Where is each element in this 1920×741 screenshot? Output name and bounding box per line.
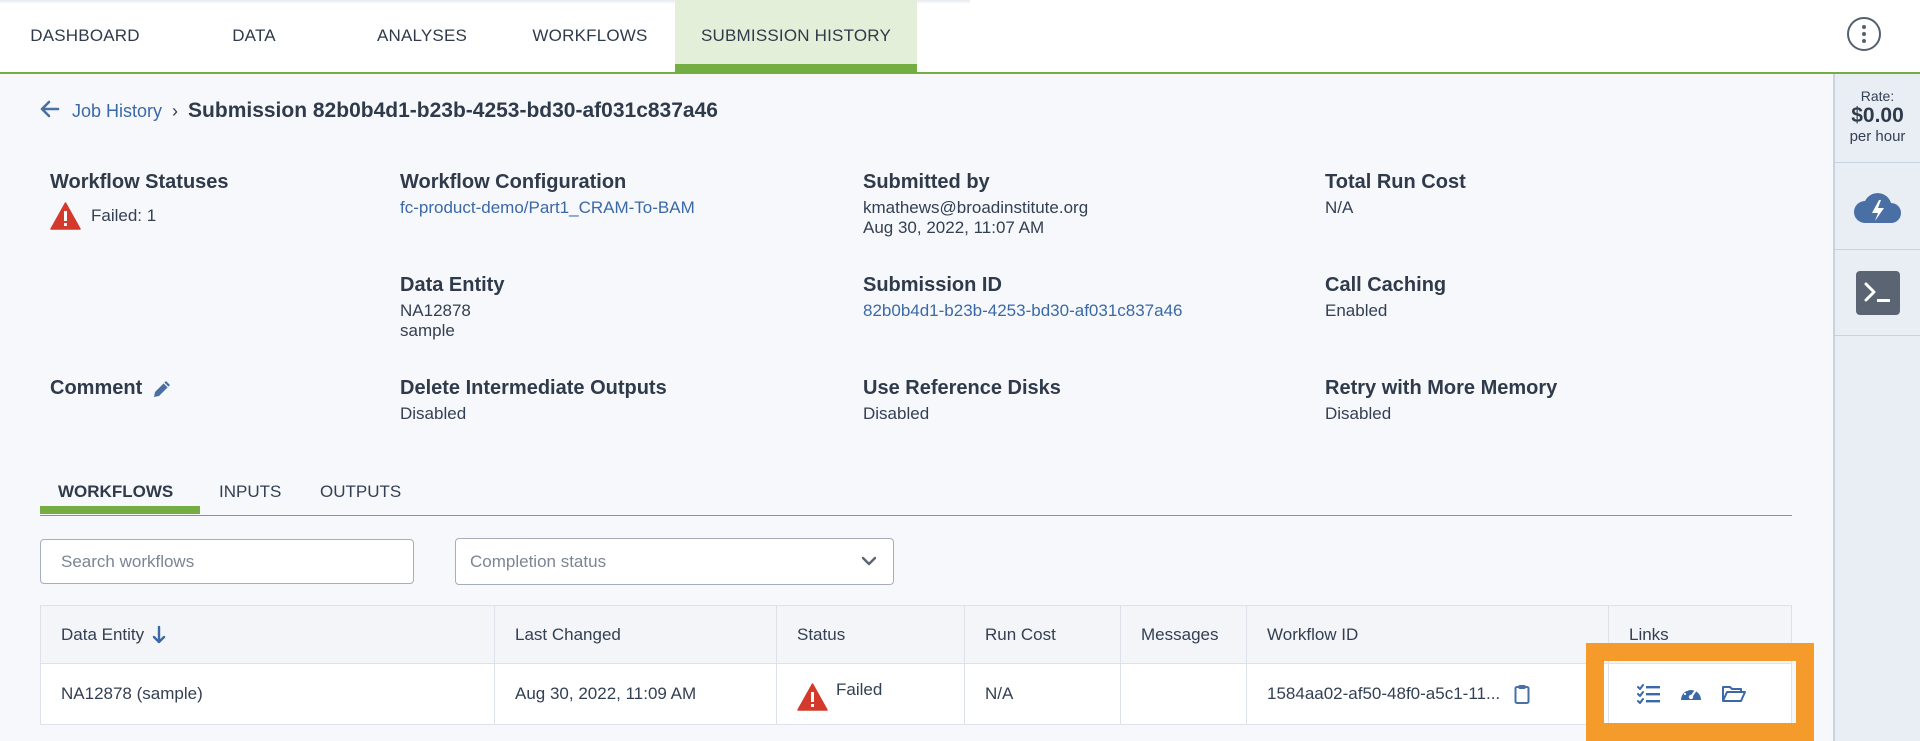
comment-label: Comment: [50, 377, 143, 399]
clipboard-icon[interactable]: [1514, 684, 1530, 704]
cell-workflow-id: 1584aa02-af50-48f0-a5c1-11...: [1247, 664, 1609, 724]
total-run-cost-value: N/A: [1325, 198, 1354, 217]
retry-memory-label: Retry with More Memory: [1325, 377, 1558, 399]
terminal-button[interactable]: [1835, 250, 1920, 336]
workflow-configuration-label: Workflow Configuration: [400, 171, 627, 193]
tab-dashboard[interactable]: DASHBOARD: [0, 0, 170, 72]
header-data-entity-label: Data Entity: [61, 624, 145, 644]
header-last-changed[interactable]: Last Changed: [495, 606, 777, 663]
submission-id: Submission ID 82b0b4d1-b23b-4253-bd30-af…: [863, 274, 1183, 321]
rate-label: Rate:: [1860, 88, 1895, 104]
subtab-outputs[interactable]: OUTPUTS: [320, 482, 401, 502]
total-run-cost: Total Run Cost N/A: [1325, 171, 1466, 218]
call-caching-value: Enabled: [1325, 301, 1388, 320]
breadcrumb: Job History › Submission 82b0b4d1-b23b-4…: [40, 98, 718, 124]
cell-run-cost: N/A: [965, 664, 1121, 724]
rate-unit: per hour: [1849, 128, 1906, 145]
sort-down-arrow-icon[interactable]: [152, 625, 166, 645]
submission-subtabs: WORKFLOWS INPUTS OUTPUTS: [40, 476, 1792, 516]
cloud-environment-button[interactable]: [1835, 162, 1920, 250]
submitted-by: Submitted by kmathews@broadinstitute.org…: [863, 171, 1088, 238]
breadcrumb-separator: ›: [172, 100, 179, 121]
table-header: Data Entity Last Changed Status Run Cost…: [41, 606, 1791, 664]
more-options-icon[interactable]: [1847, 17, 1881, 51]
subtab-workflows[interactable]: WORKFLOWS: [58, 482, 173, 502]
header-data-entity[interactable]: Data Entity: [41, 606, 495, 663]
subtab-inputs[interactable]: INPUTS: [219, 482, 281, 502]
failed-status: Failed: 1: [50, 202, 229, 230]
links-highlight-box: [1586, 643, 1814, 741]
call-caching: Call Caching Enabled: [1325, 274, 1446, 321]
use-reference-disks: Use Reference Disks Disabled: [863, 377, 1061, 424]
job-history-link[interactable]: Job History: [72, 101, 162, 122]
pencil-icon[interactable]: [151, 378, 173, 400]
warning-icon: [797, 683, 828, 711]
cell-status: Failed: [777, 664, 965, 724]
back-arrow-icon[interactable]: [40, 98, 60, 124]
tab-data[interactable]: DATA: [170, 0, 338, 72]
status-text: Failed: [836, 680, 883, 699]
workflow-statuses-label: Workflow Statuses: [50, 171, 229, 193]
workflow-configuration-link[interactable]: fc-product-demo/Part1_CRAM-To-BAM: [400, 198, 695, 218]
workflows-table: Data Entity Last Changed Status Run Cost…: [40, 605, 1792, 725]
terminal-icon: [1856, 271, 1900, 315]
tab-analyses[interactable]: ANALYSES: [338, 0, 506, 72]
header-run-cost[interactable]: Run Cost: [965, 606, 1121, 663]
data-entity-label: Data Entity: [400, 274, 505, 296]
workflow-configuration: Workflow Configuration fc-product-demo/P…: [400, 171, 695, 218]
total-run-cost-label: Total Run Cost: [1325, 171, 1466, 193]
submission-id-link[interactable]: 82b0b4d1-b23b-4253-bd30-af031c837a46: [863, 301, 1183, 321]
failed-count: Failed: 1: [91, 206, 157, 225]
delete-intermediate-outputs: Delete Intermediate Outputs Disabled: [400, 377, 667, 424]
submitted-date: Aug 30, 2022, 11:07 AM: [863, 218, 1045, 237]
cell-data-entity: NA12878 (sample): [41, 664, 495, 724]
use-reference-disks-value: Disabled: [863, 404, 930, 423]
cloud-lightning-icon: [1854, 193, 1901, 223]
tab-workflows[interactable]: WORKFLOWS: [506, 0, 674, 72]
rate-display: Rate: $0.00 per hour: [1835, 88, 1920, 145]
tab-submission-history[interactable]: SUBMISSION HISTORY: [675, 0, 917, 72]
cell-messages: [1121, 664, 1247, 724]
retry-with-more-memory: Retry with More Memory Disabled: [1325, 377, 1557, 424]
retry-memory-value: Disabled: [1325, 404, 1392, 423]
submitted-by-label: Submitted by: [863, 171, 990, 193]
data-entity-type: sample: [400, 321, 455, 340]
comment: Comment: [50, 377, 173, 400]
right-rail: Rate: $0.00 per hour: [1833, 74, 1920, 741]
warning-icon: [50, 202, 81, 230]
page-title: Submission 82b0b4d1-b23b-4253-bd30-af031…: [188, 99, 718, 122]
search-workflows-input[interactable]: [40, 539, 414, 584]
active-subtab-underline: [40, 506, 200, 514]
completion-status-placeholder: Completion status: [470, 551, 607, 571]
chevron-down-icon: [861, 556, 877, 566]
top-nav: DASHBOARD DATA ANALYSES WORKFLOWS SUBMIS…: [0, 0, 1920, 74]
delete-intermediate-value: Disabled: [400, 404, 467, 423]
submission-id-label: Submission ID: [863, 274, 1002, 296]
header-messages[interactable]: Messages: [1121, 606, 1247, 663]
submitter-email: kmathews@broadinstitute.org: [863, 198, 1089, 217]
rate-value: $0.00: [1851, 104, 1904, 127]
header-workflow-id[interactable]: Workflow ID: [1247, 606, 1609, 663]
table-row: NA12878 (sample) Aug 30, 2022, 11:09 AM …: [41, 664, 1791, 724]
workflow-id-text: 1584aa02-af50-48f0-a5c1-11...: [1267, 684, 1501, 703]
workflow-statuses: Workflow Statuses Failed: 1: [50, 171, 229, 230]
data-entity-name: NA12878: [400, 301, 471, 320]
call-caching-label: Call Caching: [1325, 274, 1447, 296]
completion-status-select[interactable]: Completion status: [455, 538, 894, 585]
use-reference-disks-label: Use Reference Disks: [863, 377, 1061, 399]
data-entity: Data Entity NA12878 sample: [400, 274, 504, 341]
header-status[interactable]: Status: [777, 606, 965, 663]
delete-intermediate-label: Delete Intermediate Outputs: [400, 377, 667, 399]
cell-last-changed: Aug 30, 2022, 11:09 AM: [495, 664, 777, 724]
